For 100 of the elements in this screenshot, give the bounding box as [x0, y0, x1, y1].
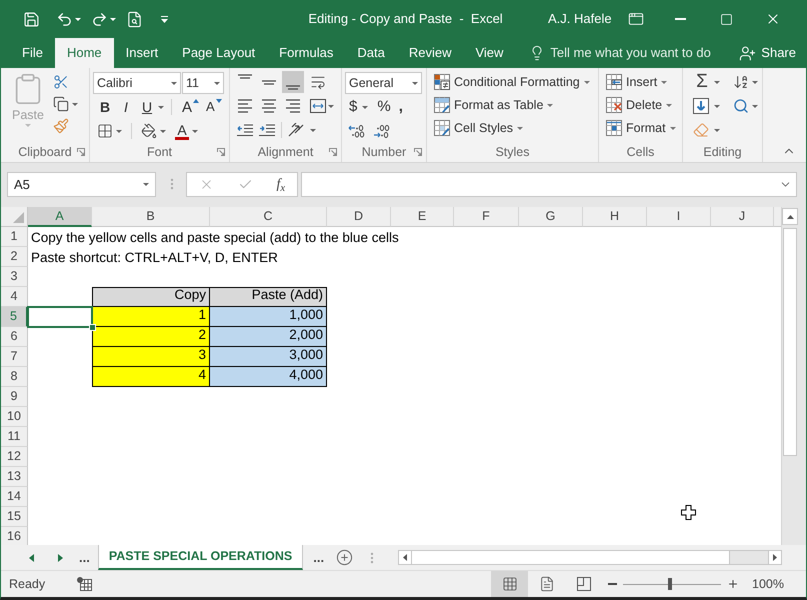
- caret-icon[interactable]: [328, 104, 334, 108]
- ribbon-tab[interactable]: Insert: [114, 38, 170, 68]
- ribbon-tab[interactable]: Review: [396, 38, 464, 68]
- percent-button[interactable]: %: [375, 96, 393, 118]
- dialog-launcher-icon[interactable]: [414, 148, 422, 156]
- fill-handle[interactable]: [89, 324, 96, 331]
- zoom-in-icon[interactable]: [727, 578, 740, 590]
- text-orientation-icon[interactable]: [288, 123, 304, 137]
- autosum-button[interactable]: Σ: [693, 72, 711, 92]
- insert-function-button[interactable]: f$_{x}$: [276, 174, 286, 195]
- caret-icon[interactable]: [75, 18, 81, 20]
- dialog-launcher-icon[interactable]: [77, 148, 85, 156]
- format-cells-icon[interactable]: [606, 120, 622, 136]
- ribbon-tab[interactable]: File: [10, 38, 55, 68]
- row-header[interactable]: 3: [1, 267, 28, 287]
- conditional-formatting-icon[interactable]: [434, 74, 450, 90]
- caret-icon[interactable]: [158, 106, 164, 108]
- caret-icon[interactable]: [160, 130, 166, 132]
- save-icon[interactable]: [23, 10, 40, 28]
- down-triangle-icon[interactable]: [216, 99, 222, 103]
- column-header[interactable]: J: [711, 207, 774, 227]
- ribbon-tab[interactable]: Data: [345, 38, 397, 68]
- print-preview-icon[interactable]: [126, 10, 143, 28]
- caret-icon[interactable]: [584, 80, 590, 84]
- caret-icon[interactable]: [72, 102, 78, 106]
- caret-icon[interactable]: [143, 183, 149, 186]
- slider-thumb[interactable]: [668, 578, 672, 590]
- ribbon-command[interactable]: Format as Table: [434, 94, 554, 116]
- caret-icon[interactable]: [547, 104, 554, 106]
- scroll-up-button[interactable]: [782, 208, 798, 225]
- tell-me-field[interactable]: Tell me what you want to do: [550, 43, 728, 63]
- scrollbar-thumb[interactable]: [783, 228, 797, 456]
- ribbon-command[interactable]: Insert: [606, 71, 668, 93]
- ribbon-command[interactable]: Delete: [606, 94, 672, 116]
- previous-sheet-icon[interactable]: [29, 554, 34, 562]
- row-header[interactable]: 9: [1, 387, 28, 407]
- copy-icon[interactable]: [53, 96, 69, 112]
- more-sheets-button[interactable]: ...: [79, 548, 90, 568]
- column-header[interactable]: F: [454, 207, 519, 227]
- caret-icon[interactable]: [666, 104, 672, 106]
- table-icon[interactable]: [434, 97, 450, 113]
- align-right-icon[interactable]: [285, 99, 301, 113]
- caret-icon[interactable]: [214, 82, 220, 84]
- new-sheet-icon[interactable]: [336, 549, 354, 566]
- horizontal-scrollbar[interactable]: [398, 550, 782, 565]
- borders-icon[interactable]: [97, 123, 113, 139]
- more-sheets-button[interactable]: ...: [313, 548, 324, 568]
- row-header[interactable]: 8: [1, 367, 28, 387]
- scroll-right-button[interactable]: [768, 551, 781, 564]
- up-triangle-icon[interactable]: [193, 99, 200, 103]
- cell-styles-icon[interactable]: [434, 120, 450, 136]
- horizontal-scrollbar-thumb[interactable]: [412, 551, 730, 564]
- caret-icon[interactable]: [714, 80, 720, 84]
- wrap-text-icon[interactable]: [310, 74, 326, 90]
- row-header[interactable]: 6: [1, 327, 28, 347]
- shrink-font-button[interactable]: A: [203, 97, 225, 117]
- caret-icon[interactable]: [752, 80, 758, 84]
- grow-font-button[interactable]: A: [179, 97, 202, 117]
- share-button[interactable]: Share: [739, 38, 796, 68]
- ribbon-tab[interactable]: Home: [54, 38, 114, 68]
- view-button[interactable]: [491, 571, 528, 597]
- column-header[interactable]: G: [519, 207, 583, 227]
- caret-icon[interactable]: [661, 80, 668, 84]
- row-header[interactable]: 1: [1, 227, 28, 247]
- caret-icon[interactable]: [714, 104, 720, 108]
- delete-cells-icon[interactable]: [606, 97, 622, 113]
- font-name-field[interactable]: Calibri: [93, 72, 181, 94]
- ribbon-tab[interactable]: Formulas: [267, 38, 346, 68]
- column-header[interactable]: E: [391, 207, 454, 227]
- caret-icon[interactable]: [670, 126, 676, 130]
- caret-icon[interactable]: [412, 82, 418, 84]
- column-header[interactable]: I: [647, 207, 711, 227]
- dialog-launcher-icon[interactable]: [329, 148, 337, 156]
- merge-cells-icon[interactable]: [310, 99, 326, 113]
- align-top-icon[interactable]: [237, 74, 253, 79]
- increase-decimal-icon[interactable]: [348, 124, 365, 138]
- macro-recording-icon[interactable]: [77, 577, 92, 591]
- caret-icon[interactable]: [110, 18, 116, 20]
- bold-button[interactable]: B: [95, 97, 115, 117]
- italic-button[interactable]: I: [116, 97, 136, 117]
- decrease-decimal-icon[interactable]: [373, 124, 390, 138]
- search-icon[interactable]: [733, 98, 749, 114]
- align-middle-icon[interactable]: [261, 80, 277, 84]
- ribbon-display-options-icon[interactable]: [628, 11, 644, 27]
- font-size-field[interactable]: 11: [182, 72, 224, 94]
- customize-toolbar-icon[interactable]: [161, 16, 168, 22]
- ribbon-command[interactable]: Format: [606, 117, 676, 139]
- redo-icon[interactable]: [91, 10, 108, 28]
- caret-icon[interactable]: [752, 104, 758, 108]
- row-header[interactable]: 13: [1, 467, 28, 487]
- comma-button[interactable]: ,: [396, 96, 406, 118]
- column-header[interactable]: H: [583, 207, 647, 227]
- column-header[interactable]: C: [210, 207, 327, 227]
- ribbon-command[interactable]: Conditional Formatting: [434, 71, 590, 93]
- column-header[interactable]: B: [92, 207, 210, 227]
- number-format-field[interactable]: General: [345, 72, 422, 94]
- row-header[interactable]: 2: [1, 247, 28, 267]
- fill-down-icon[interactable]: [693, 98, 709, 114]
- row-header[interactable]: 5: [1, 307, 28, 327]
- zoom-slider[interactable]: [623, 578, 722, 590]
